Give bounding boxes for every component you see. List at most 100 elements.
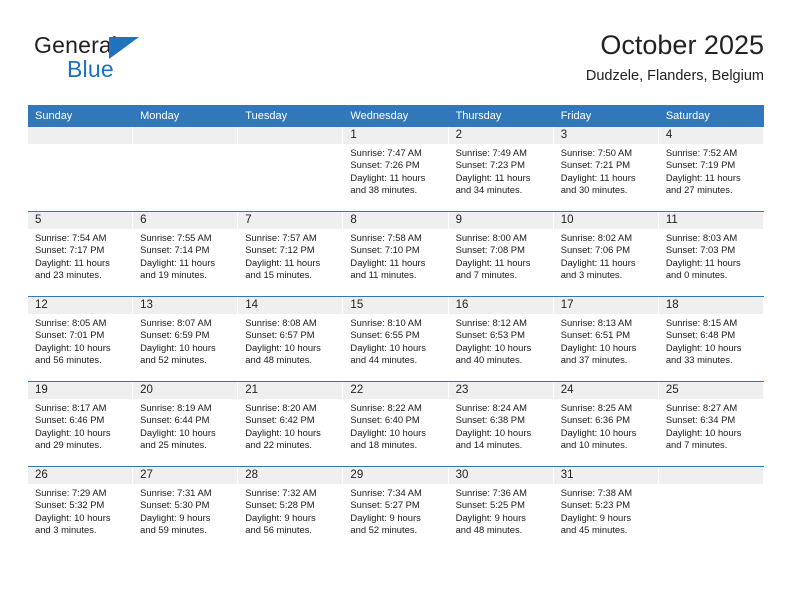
day-number: 12 <box>28 297 133 314</box>
calendar-cell: 18 Sunrise: 8:15 AM Sunset: 6:48 PM Dayligh… <box>658 296 764 382</box>
day-number: 11 <box>658 212 763 229</box>
calendar-cell: 29 Sunrise: 7:34 AM Sunset: 5:27 PM Dayligh… <box>343 466 449 551</box>
sunset-time: Sunset: 5:23 PM <box>560 499 631 511</box>
calendar-cell: 4 Sunrise: 7:52 AM Sunset: 7:19 PM Daylight… <box>658 127 764 212</box>
sunrise-time: Sunrise: 7:31 AM <box>140 487 212 498</box>
daylight-duration-line1: Daylight: 10 hours <box>560 341 637 353</box>
day-cell[interactable]: 9 Sunrise: 8:00 AM Sunset: 7:08 PM Daylight… <box>448 212 554 296</box>
day-cell[interactable]: 31 Sunrise: 7:38 AM Sunset: 5:23 PM Dayligh… <box>553 467 659 551</box>
day-cell[interactable]: 29 Sunrise: 7:34 AM Sunset: 5:27 PM Dayligh… <box>343 467 449 551</box>
calendar-cell: 15 Sunrise: 8:10 AM Sunset: 6:55 PM Dayligh… <box>343 296 449 382</box>
page-subtitle: Dudzele, Flanders, Belgium <box>585 68 764 84</box>
day-cell[interactable]: 17 Sunrise: 8:13 AM Sunset: 6:51 PM Dayligh… <box>553 297 659 381</box>
day-details: Sunrise: 7:38 AM Sunset: 5:23 PM Daylight:… <box>554 484 658 537</box>
day-cell[interactable]: 23 Sunrise: 8:24 AM Sunset: 6:38 PM Dayligh… <box>448 382 554 466</box>
day-cell[interactable]: 27 Sunrise: 7:31 AM Sunset: 5:30 PM Dayligh… <box>133 467 239 551</box>
daylight-duration-line2: and 33 minutes. <box>665 354 733 366</box>
day-cell-empty <box>658 467 764 551</box>
day-cell[interactable]: 4 Sunrise: 7:52 AM Sunset: 7:19 PM Daylight… <box>658 127 764 211</box>
general-blue-logo[interactable]: General Blue <box>34 32 214 90</box>
daylight-duration-line2: and 40 minutes. <box>455 354 523 366</box>
calendar-cell <box>133 127 239 212</box>
sunrise-time: Sunrise: 7:29 AM <box>35 487 107 498</box>
daylight-duration-line1: Daylight: 10 hours <box>140 341 216 353</box>
day-cell[interactable]: 1 Sunrise: 7:47 AM Sunset: 7:26 PM Daylight… <box>343 127 449 211</box>
day-cell[interactable]: 6 Sunrise: 7:55 AM Sunset: 7:14 PM Daylight… <box>133 212 239 296</box>
logo-text-general: General <box>34 32 118 58</box>
day-number: 16 <box>448 297 553 314</box>
day-details: Sunrise: 8:25 AM Sunset: 6:36 PM Daylight:… <box>554 399 658 452</box>
sunrise-time: Sunrise: 7:50 AM <box>560 147 633 158</box>
calendar-table: Sunday Monday Tuesday Wednesday Thursday… <box>28 105 764 551</box>
day-cell[interactable]: 2 Sunrise: 7:49 AM Sunset: 7:23 PM Daylight… <box>448 127 554 211</box>
day-number: 25 <box>658 382 763 399</box>
day-cell[interactable]: 15 Sunrise: 8:10 AM Sunset: 6:55 PM Dayligh… <box>343 297 449 381</box>
sunset-time: Sunset: 7:26 PM <box>350 159 420 171</box>
daylight-duration-line1: Daylight: 10 hours <box>35 341 111 353</box>
day-details: Sunrise: 7:34 AM Sunset: 5:27 PM Daylight:… <box>343 484 447 537</box>
day-number: 1 <box>343 127 448 144</box>
day-cell[interactable]: 12 Sunrise: 8:05 AM Sunset: 7:01 PM Dayligh… <box>28 297 134 381</box>
day-details: Sunrise: 8:27 AM Sunset: 6:34 PM Daylight:… <box>659 399 763 452</box>
calendar-cell <box>238 127 344 212</box>
day-details: Sunrise: 7:31 AM Sunset: 5:30 PM Daylight:… <box>133 484 237 537</box>
weekday-header-friday: Friday <box>553 105 659 127</box>
day-details: Sunrise: 8:08 AM Sunset: 6:57 PM Daylight:… <box>238 314 342 367</box>
calendar-cell: 24 Sunrise: 8:25 AM Sunset: 6:36 PM Dayligh… <box>553 381 659 467</box>
calendar-cell: 14 Sunrise: 8:08 AM Sunset: 6:57 PM Dayligh… <box>238 296 344 382</box>
day-details: Sunrise: 7:52 AM Sunset: 7:19 PM Daylight:… <box>659 144 763 197</box>
day-number: 5 <box>28 212 133 229</box>
day-cell[interactable]: 7 Sunrise: 7:57 AM Sunset: 7:12 PM Daylight… <box>238 212 344 296</box>
sunset-time: Sunset: 7:08 PM <box>455 244 525 256</box>
day-cell[interactable]: 14 Sunrise: 8:08 AM Sunset: 6:57 PM Dayligh… <box>238 297 344 381</box>
daylight-duration-line2: and 14 minutes. <box>455 439 523 451</box>
day-cell[interactable]: 11 Sunrise: 8:03 AM Sunset: 7:03 PM Dayligh… <box>658 212 764 296</box>
daylight-duration-line1: Daylight: 9 hours <box>245 511 316 523</box>
calendar-cell: 28 Sunrise: 7:32 AM Sunset: 5:28 PM Dayligh… <box>238 466 344 551</box>
sunrise-time: Sunrise: 8:00 AM <box>455 232 527 243</box>
sunrise-time: Sunrise: 8:17 AM <box>35 402 107 413</box>
weekday-header-wednesday: Wednesday <box>343 105 449 127</box>
day-cell[interactable]: 20 Sunrise: 8:19 AM Sunset: 6:44 PM Dayligh… <box>133 382 239 466</box>
sunrise-time: Sunrise: 7:49 AM <box>455 147 527 158</box>
sunset-time: Sunset: 6:36 PM <box>560 414 631 426</box>
daylight-duration-line1: Daylight: 10 hours <box>455 341 532 353</box>
sunrise-time: Sunrise: 7:55 AM <box>140 232 212 243</box>
day-cell[interactable]: 25 Sunrise: 8:27 AM Sunset: 6:34 PM Dayligh… <box>658 382 764 466</box>
day-details: Sunrise: 7:57 AM Sunset: 7:12 PM Daylight:… <box>238 229 342 282</box>
day-number: 15 <box>343 297 448 314</box>
daylight-duration-line2: and 15 minutes. <box>245 269 312 281</box>
day-cell[interactable]: 26 Sunrise: 7:29 AM Sunset: 5:32 PM Dayligh… <box>28 467 134 551</box>
daylight-duration-line1: Daylight: 11 hours <box>350 171 426 183</box>
day-cell[interactable]: 13 Sunrise: 8:07 AM Sunset: 6:59 PM Dayligh… <box>133 297 239 381</box>
calendar-cell: 26 Sunrise: 7:29 AM Sunset: 5:32 PM Dayligh… <box>28 466 134 551</box>
sunset-time: Sunset: 7:21 PM <box>560 159 631 171</box>
sunrise-time: Sunrise: 7:36 AM <box>455 487 527 498</box>
calendar-cell: 20 Sunrise: 8:19 AM Sunset: 6:44 PM Dayligh… <box>133 381 239 467</box>
day-cell[interactable]: 16 Sunrise: 8:12 AM Sunset: 6:53 PM Dayligh… <box>448 297 554 381</box>
day-details: Sunrise: 8:07 AM Sunset: 6:59 PM Daylight:… <box>133 314 237 367</box>
day-cell[interactable]: 30 Sunrise: 7:36 AM Sunset: 5:25 PM Dayligh… <box>448 467 554 551</box>
day-cell[interactable]: 21 Sunrise: 8:20 AM Sunset: 6:42 PM Dayligh… <box>238 382 344 466</box>
sunset-time: Sunset: 5:25 PM <box>455 499 525 511</box>
day-cell[interactable]: 24 Sunrise: 8:25 AM Sunset: 6:36 PM Dayligh… <box>553 382 659 466</box>
daylight-duration-line2: and 56 minutes. <box>35 354 102 366</box>
day-cell[interactable]: 10 Sunrise: 8:02 AM Sunset: 7:06 PM Dayligh… <box>553 212 659 296</box>
day-cell[interactable]: 8 Sunrise: 7:58 AM Sunset: 7:10 PM Daylight… <box>343 212 449 296</box>
day-details: Sunrise: 7:47 AM Sunset: 7:26 PM Daylight:… <box>343 144 447 197</box>
daylight-duration-line2: and 48 minutes. <box>455 524 523 536</box>
day-number: 27 <box>133 467 238 484</box>
day-details: Sunrise: 7:50 AM Sunset: 7:21 PM Daylight:… <box>554 144 658 197</box>
day-cell[interactable]: 19 Sunrise: 8:17 AM Sunset: 6:46 PM Dayligh… <box>28 382 134 466</box>
daylight-duration-line1: Daylight: 10 hours <box>140 426 216 438</box>
daylight-duration-line2: and 30 minutes. <box>560 184 628 196</box>
day-number: 14 <box>238 297 343 314</box>
day-cell[interactable]: 22 Sunrise: 8:22 AM Sunset: 6:40 PM Dayligh… <box>343 382 449 466</box>
day-cell[interactable]: 3 Sunrise: 7:50 AM Sunset: 7:21 PM Daylight… <box>553 127 659 211</box>
daylight-duration-line2: and 23 minutes. <box>35 269 102 281</box>
sunrise-time: Sunrise: 7:38 AM <box>560 487 633 498</box>
day-cell[interactable]: 18 Sunrise: 8:15 AM Sunset: 6:48 PM Dayligh… <box>658 297 764 381</box>
day-cell[interactable]: 28 Sunrise: 7:32 AM Sunset: 5:28 PM Dayligh… <box>238 467 344 551</box>
day-cell[interactable]: 5 Sunrise: 7:54 AM Sunset: 7:17 PM Daylight… <box>28 212 134 296</box>
daylight-duration-line1: Daylight: 10 hours <box>560 426 637 438</box>
